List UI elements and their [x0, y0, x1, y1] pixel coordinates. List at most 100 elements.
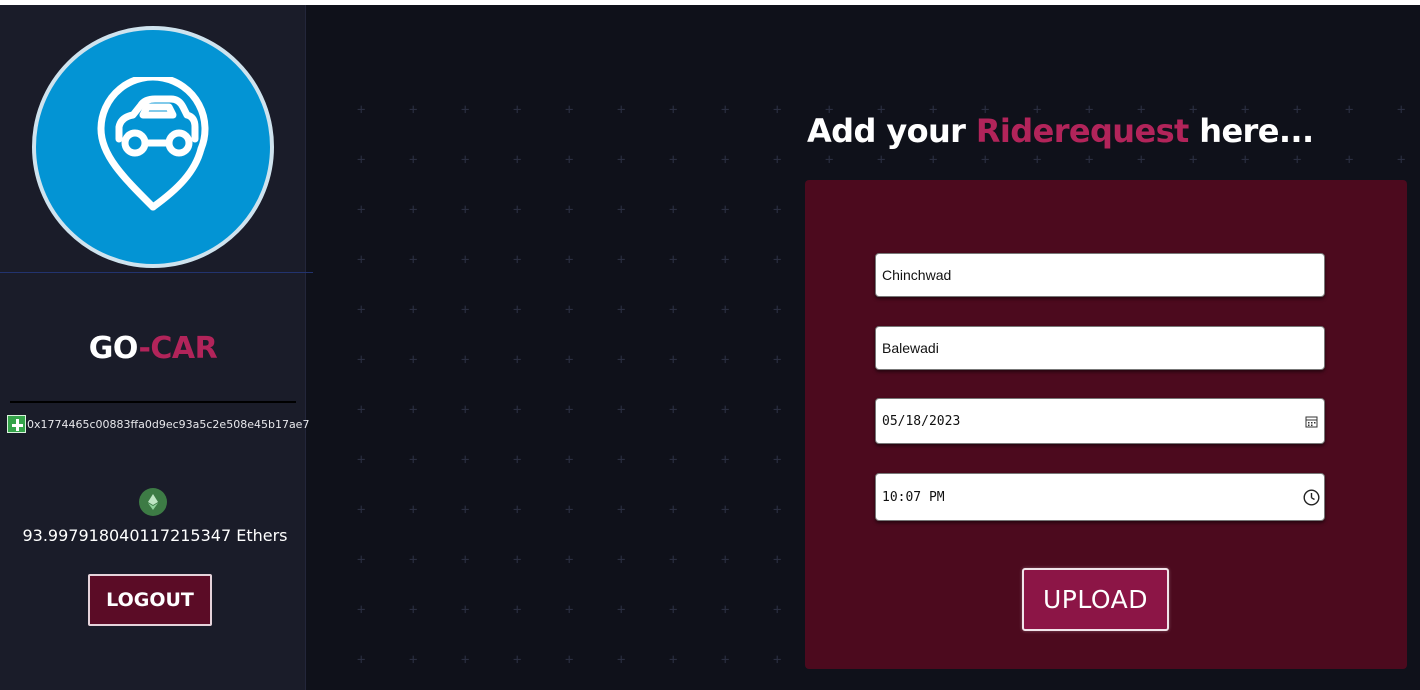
background-plus-mark: + — [1397, 102, 1406, 118]
background-plus-mark: + — [565, 102, 574, 118]
brand-name: GO-CAR — [0, 331, 306, 366]
background-plus-mark: + — [617, 452, 626, 468]
background-plus-mark: + — [669, 252, 678, 268]
wallet-address: 0x1774465c00883ffa0d9ec93a5c2e508e45b17a… — [27, 417, 310, 431]
background-plus-mark: + — [357, 302, 366, 318]
background-plus-mark: + — [773, 452, 782, 468]
background-plus-mark: + — [721, 652, 730, 668]
background-plus-mark: + — [773, 352, 782, 368]
background-plus-mark: + — [721, 602, 730, 618]
background-plus-mark: + — [773, 652, 782, 668]
background-plus-mark: + — [669, 652, 678, 668]
drop-input[interactable]: Balewadi — [875, 326, 1325, 370]
background-plus-mark: + — [617, 352, 626, 368]
background-plus-mark: + — [773, 502, 782, 518]
background-plus-mark: + — [565, 452, 574, 468]
background-plus-mark: + — [461, 352, 470, 368]
add-icon — [7, 415, 26, 433]
background-plus-mark: + — [565, 152, 574, 168]
background-plus-mark: + — [617, 252, 626, 268]
background-plus-mark: + — [1293, 152, 1302, 168]
background-plus-mark: + — [409, 402, 418, 418]
background-plus-mark: + — [669, 352, 678, 368]
background-plus-mark: + — [513, 302, 522, 318]
background-plus-mark: + — [773, 602, 782, 618]
background-plus-mark: + — [513, 552, 522, 568]
background-plus-mark: + — [461, 552, 470, 568]
calendar-icon[interactable] — [1298, 399, 1324, 443]
background-plus-mark: + — [773, 252, 782, 268]
background-plus-mark: + — [669, 102, 678, 118]
clock-icon[interactable] — [1298, 474, 1324, 520]
background-plus-mark: + — [773, 102, 782, 118]
background-plus-mark: + — [461, 652, 470, 668]
background-plus-mark: + — [409, 602, 418, 618]
background-plus-mark: + — [669, 202, 678, 218]
background-plus-mark: + — [773, 402, 782, 418]
background-plus-mark: + — [461, 302, 470, 318]
background-plus-mark: + — [721, 452, 730, 468]
background-plus-mark: + — [357, 552, 366, 568]
drop-input-value: Balewadi — [882, 340, 939, 356]
background-plus-mark: + — [357, 402, 366, 418]
background-plus-mark: + — [565, 352, 574, 368]
background-plus-mark: + — [461, 602, 470, 618]
background-plus-mark: + — [617, 302, 626, 318]
upload-button[interactable]: UPLOAD — [1022, 568, 1169, 631]
background-plus-mark: + — [357, 602, 366, 618]
background-plus-mark: + — [513, 452, 522, 468]
background-plus-mark: + — [357, 452, 366, 468]
background-plus-mark: + — [773, 302, 782, 318]
background-plus-mark: + — [721, 502, 730, 518]
background-plus-mark: + — [461, 402, 470, 418]
background-plus-mark: + — [513, 202, 522, 218]
background-plus-mark: + — [565, 652, 574, 668]
page-title-prefix: Add your — [807, 112, 976, 150]
background-plus-mark: + — [357, 202, 366, 218]
page-title-suffix: here... — [1188, 112, 1314, 150]
background-plus-mark: + — [773, 152, 782, 168]
background-plus-mark: + — [565, 252, 574, 268]
background-plus-mark: + — [981, 152, 990, 168]
background-plus-mark: + — [409, 302, 418, 318]
background-plus-mark: + — [461, 202, 470, 218]
background-plus-mark: + — [1397, 152, 1406, 168]
ethereum-icon — [139, 488, 167, 516]
brand-name-part2: -CAR — [138, 331, 218, 366]
background-plus-mark: + — [513, 152, 522, 168]
background-plus-mark: + — [513, 352, 522, 368]
background-plus-mark: + — [461, 452, 470, 468]
sidebar-divider — [0, 272, 313, 273]
background-plus-mark: + — [617, 402, 626, 418]
background-plus-mark: + — [1033, 152, 1042, 168]
background-plus-mark: + — [1345, 102, 1354, 118]
logout-button[interactable]: LOGOUT — [88, 574, 212, 626]
background-plus-mark: + — [565, 502, 574, 518]
background-plus-mark: + — [721, 102, 730, 118]
background-plus-mark: + — [669, 452, 678, 468]
background-plus-mark: + — [357, 652, 366, 668]
background-plus-mark: + — [513, 402, 522, 418]
background-plus-mark: + — [357, 102, 366, 118]
pickup-input[interactable]: Chinchwad — [875, 253, 1325, 297]
background-plus-mark: + — [513, 502, 522, 518]
wallet-balance: 93.997918040117215347 Ethers — [22, 526, 288, 545]
page-title: Add your Riderequest here... — [807, 112, 1314, 150]
background-plus-mark: + — [461, 252, 470, 268]
background-plus-mark: + — [669, 402, 678, 418]
date-input[interactable]: 05/18/2023 — [875, 398, 1325, 444]
background-plus-mark: + — [513, 102, 522, 118]
background-plus-mark: + — [721, 202, 730, 218]
pickup-input-value: Chinchwad — [882, 267, 952, 283]
time-input-value: 10:07 PM — [882, 489, 945, 505]
wallet-address-row: 0x1774465c00883ffa0d9ec93a5c2e508e45b17a… — [7, 414, 310, 434]
background-plus-mark: + — [409, 502, 418, 518]
background-plus-mark: + — [409, 152, 418, 168]
background-plus-mark: + — [721, 352, 730, 368]
background-plus-mark: + — [721, 152, 730, 168]
background-plus-mark: + — [617, 652, 626, 668]
page-title-accent: Riderequest — [975, 112, 1189, 150]
background-plus-mark: + — [1085, 152, 1094, 168]
time-input[interactable]: 10:07 PM — [875, 473, 1325, 521]
background-plus-mark: + — [513, 252, 522, 268]
